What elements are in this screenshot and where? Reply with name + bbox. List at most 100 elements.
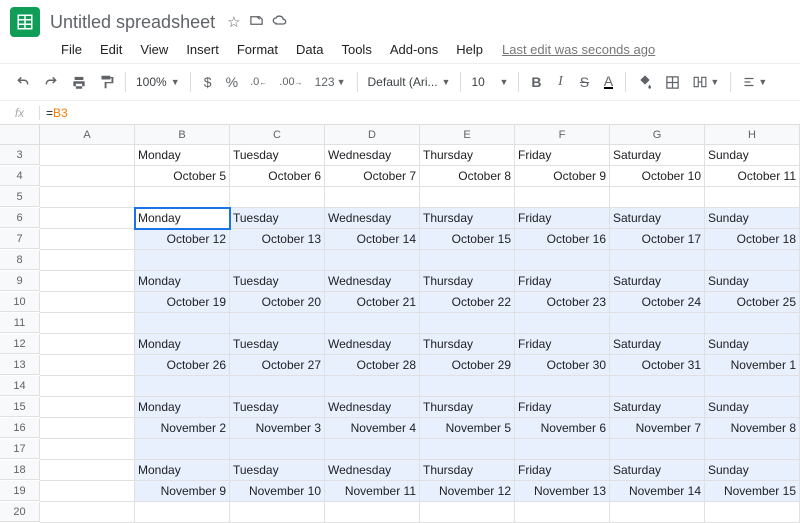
menu-help[interactable]: Help xyxy=(449,40,490,59)
cell[interactable]: Thursday xyxy=(420,397,515,418)
star-icon[interactable]: ☆ xyxy=(227,13,240,31)
undo-button[interactable] xyxy=(10,71,36,93)
cell[interactable]: Sunday xyxy=(705,271,800,292)
cell[interactable]: October 17 xyxy=(610,229,705,250)
cell[interactable]: Sunday xyxy=(705,208,800,229)
currency-button[interactable]: $ xyxy=(197,70,219,94)
cell[interactable] xyxy=(610,502,705,523)
doc-title[interactable]: Untitled spreadsheet xyxy=(50,12,215,33)
cell[interactable]: Tuesday xyxy=(230,460,325,481)
cell[interactable] xyxy=(420,187,515,208)
cell[interactable] xyxy=(610,313,705,334)
cell[interactable] xyxy=(40,334,135,355)
redo-button[interactable] xyxy=(38,71,64,93)
cell[interactable]: November 7 xyxy=(610,418,705,439)
cell[interactable] xyxy=(325,502,420,523)
cell[interactable]: Friday xyxy=(515,397,610,418)
cell[interactable] xyxy=(40,460,135,481)
cell[interactable] xyxy=(40,229,135,250)
cell[interactable]: Wednesday xyxy=(325,145,420,166)
cell[interactable]: October 28 xyxy=(325,355,420,376)
cell[interactable] xyxy=(230,376,325,397)
cell[interactable] xyxy=(40,313,135,334)
cell[interactable] xyxy=(420,439,515,460)
cell[interactable]: Monday xyxy=(135,460,230,481)
row-header[interactable]: 15 xyxy=(0,397,40,417)
cell[interactable]: October 22 xyxy=(420,292,515,313)
cell[interactable]: November 12 xyxy=(420,481,515,502)
cell[interactable]: Saturday xyxy=(610,208,705,229)
cell[interactable]: Tuesday xyxy=(230,334,325,355)
cell[interactable] xyxy=(705,250,800,271)
cell[interactable]: Monday xyxy=(135,145,230,166)
cell[interactable]: Wednesday xyxy=(325,271,420,292)
cell[interactable]: Sunday xyxy=(705,334,800,355)
cell[interactable] xyxy=(40,397,135,418)
cell[interactable] xyxy=(230,439,325,460)
cell[interactable]: October 12 xyxy=(135,229,230,250)
cell[interactable]: Tuesday xyxy=(230,397,325,418)
cell[interactable]: October 6 xyxy=(230,166,325,187)
cell[interactable] xyxy=(40,376,135,397)
cell[interactable]: November 3 xyxy=(230,418,325,439)
menu-tools[interactable]: Tools xyxy=(334,40,378,59)
cell[interactable]: November 10 xyxy=(230,481,325,502)
cell[interactable]: October 16 xyxy=(515,229,610,250)
cell[interactable]: November 9 xyxy=(135,481,230,502)
menu-view[interactable]: View xyxy=(133,40,175,59)
cell[interactable] xyxy=(40,271,135,292)
cell[interactable]: November 15 xyxy=(705,481,800,502)
cell[interactable]: October 15 xyxy=(420,229,515,250)
cell[interactable] xyxy=(230,187,325,208)
cell[interactable] xyxy=(325,187,420,208)
cell[interactable] xyxy=(135,439,230,460)
column-header[interactable]: E xyxy=(420,125,515,145)
row-header[interactable]: 12 xyxy=(0,334,40,354)
menu-data[interactable]: Data xyxy=(289,40,330,59)
bold-button[interactable]: B xyxy=(525,70,547,94)
cell[interactable]: November 8 xyxy=(705,418,800,439)
print-button[interactable] xyxy=(66,71,92,94)
cell[interactable] xyxy=(420,502,515,523)
cell[interactable] xyxy=(705,376,800,397)
cell[interactable] xyxy=(40,145,135,166)
cell[interactable]: October 10 xyxy=(610,166,705,187)
cell[interactable] xyxy=(230,250,325,271)
cell[interactable] xyxy=(515,187,610,208)
cell[interactable] xyxy=(325,439,420,460)
cell[interactable]: November 11 xyxy=(325,481,420,502)
cell[interactable] xyxy=(40,439,135,460)
cell[interactable] xyxy=(705,313,800,334)
cell[interactable]: Saturday xyxy=(610,460,705,481)
row-header[interactable]: 10 xyxy=(0,292,40,312)
cell[interactable] xyxy=(515,376,610,397)
cell[interactable]: Thursday xyxy=(420,460,515,481)
cell[interactable]: October 9 xyxy=(515,166,610,187)
menu-edit[interactable]: Edit xyxy=(93,40,129,59)
row-header[interactable]: 11 xyxy=(0,313,40,333)
cell[interactable]: October 24 xyxy=(610,292,705,313)
cell[interactable]: November 6 xyxy=(515,418,610,439)
row-header[interactable]: 18 xyxy=(0,460,40,480)
cell[interactable] xyxy=(325,250,420,271)
spreadsheet-grid[interactable]: ABCDEFGH3MondayTuesdayWednesdayThursdayF… xyxy=(0,125,800,523)
align-button[interactable]: ▼ xyxy=(737,72,772,92)
sheets-logo[interactable] xyxy=(10,7,40,37)
cell[interactable]: October 5 xyxy=(135,166,230,187)
cell[interactable]: Wednesday xyxy=(325,460,420,481)
cell[interactable] xyxy=(610,439,705,460)
cell[interactable]: October 29 xyxy=(420,355,515,376)
font-size-select[interactable]: 10 ▼ xyxy=(467,75,512,89)
cell[interactable] xyxy=(515,250,610,271)
cell[interactable] xyxy=(135,376,230,397)
cell[interactable]: October 21 xyxy=(325,292,420,313)
column-header[interactable]: G xyxy=(610,125,705,145)
cell[interactable]: October 23 xyxy=(515,292,610,313)
cell[interactable]: Friday xyxy=(515,271,610,292)
menu-file[interactable]: File xyxy=(54,40,89,59)
cell[interactable]: Monday xyxy=(135,334,230,355)
cell[interactable] xyxy=(40,166,135,187)
borders-button[interactable] xyxy=(660,71,685,94)
number-format-button[interactable]: 123▼ xyxy=(310,71,351,93)
menu-format[interactable]: Format xyxy=(230,40,285,59)
